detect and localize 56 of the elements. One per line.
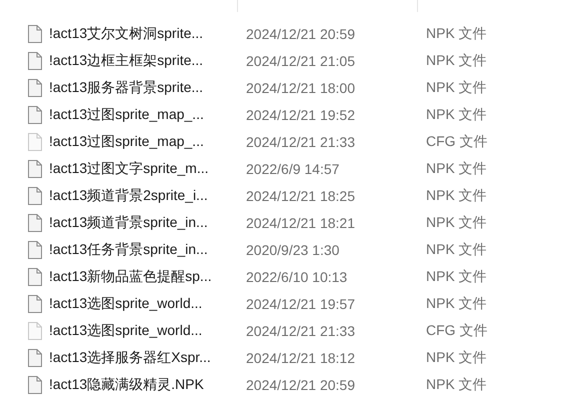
- file-type: NPK 文件: [425, 186, 488, 204]
- modified-date: 2022/6/9 14:57: [245, 160, 340, 176]
- modified-date: 2024/12/21 21:33: [245, 134, 356, 150]
- modified-date: 2024/12/21 20:59: [245, 26, 356, 42]
- modified-date: 2024/12/21 18:12: [245, 350, 356, 366]
- file-name[interactable]: !act13新物品蓝色提醒sp...: [49, 268, 212, 286]
- file-name[interactable]: !act13边框主框架sprite...: [49, 52, 204, 70]
- modified-date: 2020/9/23 1:30: [245, 242, 340, 258]
- file-name[interactable]: !act13频道背景2sprite_i...: [49, 186, 208, 204]
- file-icon: [27, 294, 42, 312]
- file-name[interactable]: !act13艾尔文树洞sprite...: [49, 24, 204, 42]
- modified-date: 2024/12/21 20:59: [245, 376, 356, 392]
- file-type: NPK 文件: [425, 376, 488, 394]
- file-name[interactable]: !act13选图sprite_world...: [49, 322, 202, 340]
- file-name[interactable]: !act13频道背景sprite_in...: [49, 214, 208, 232]
- file-type: NPK 文件: [425, 52, 488, 70]
- modified-date: 2024/12/21 18:25: [245, 188, 356, 204]
- file-icon: [27, 52, 42, 70]
- file-icon: [27, 24, 42, 42]
- file-name[interactable]: !act13过图sprite_map_...: [49, 106, 204, 124]
- modified-date: 2024/12/21 19:52: [245, 106, 356, 122]
- file-type: NPK 文件: [425, 214, 488, 232]
- file-icon: [27, 106, 42, 124]
- file-icon: [27, 132, 42, 150]
- file-type: NPK 文件: [425, 240, 488, 258]
- file-icon: [27, 214, 42, 232]
- modified-date: 2024/12/21 21:33: [245, 322, 356, 338]
- file-type: NPK 文件: [425, 160, 488, 178]
- file-type: NPK 文件: [425, 106, 488, 124]
- file-icon: [27, 322, 42, 340]
- file-name[interactable]: !act13选择服务器红Xspr...: [49, 348, 211, 366]
- file-type: NPK 文件: [425, 24, 488, 42]
- file-type: NPK 文件: [425, 294, 488, 312]
- file-icon: [27, 186, 42, 204]
- modified-date: 2024/12/21 18:00: [245, 80, 356, 96]
- file-name[interactable]: !act13过图sprite_map_...: [49, 132, 204, 150]
- modified-date: 2024/12/21 19:57: [245, 296, 356, 312]
- file-icon: [27, 376, 42, 394]
- file-type: CFG 文件: [425, 322, 488, 340]
- file-icon: [27, 348, 42, 366]
- file-icon: [27, 78, 42, 96]
- file-type: CFG 文件: [425, 132, 488, 150]
- file-icon: [27, 240, 42, 258]
- modified-date: 2022/6/10 10:13: [245, 268, 348, 284]
- file-name[interactable]: !act13任务背景sprite_in...: [49, 240, 208, 258]
- file-name[interactable]: !act13选图sprite_world...: [49, 294, 202, 312]
- modified-date: 2024/12/21 21:05: [245, 52, 356, 68]
- file-name[interactable]: !act13隐藏满级精灵.NPK: [49, 376, 204, 394]
- file-type: NPK 文件: [425, 348, 488, 366]
- file-name[interactable]: !act13服务器背景sprite...: [49, 78, 204, 96]
- file-icon: [27, 268, 42, 286]
- modified-date: 2024/12/21 18:21: [245, 214, 356, 230]
- file-type: NPK 文件: [425, 78, 488, 96]
- file-name[interactable]: !act13过图文字sprite_m...: [49, 160, 208, 178]
- file-type: NPK 文件: [425, 268, 488, 286]
- file-icon: [27, 160, 42, 178]
